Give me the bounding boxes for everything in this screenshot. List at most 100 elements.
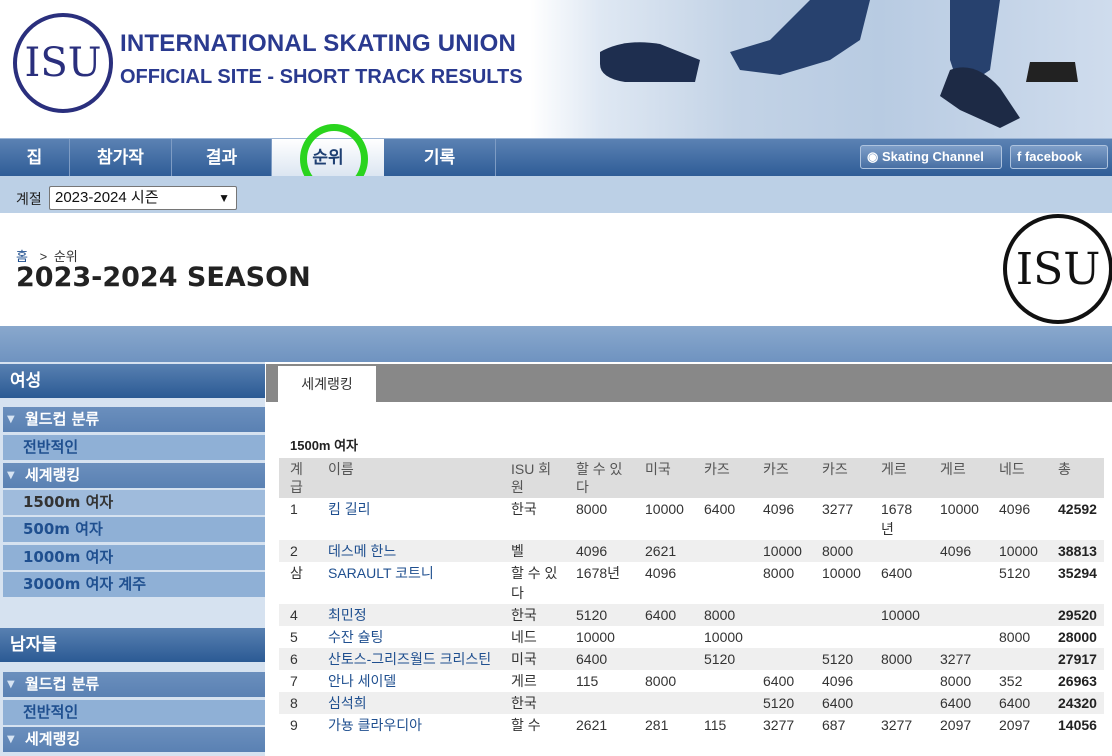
total-cell: 26963 <box>1047 670 1104 692</box>
column-header[interactable]: 할 수 있다 <box>565 458 634 498</box>
nav-records[interactable]: 기록 <box>384 139 496 177</box>
tab-world-ranking[interactable]: 세계랭킹 <box>278 366 376 402</box>
brand-title: INTERNATIONAL SKATING UNION <box>120 30 517 57</box>
total-cell: 27917 <box>1047 648 1104 670</box>
column-header[interactable]: ISU 회원 <box>500 458 565 498</box>
chevron-down-icon: ▼ <box>218 191 230 205</box>
sidebar-head-men: 남자들 <box>0 628 265 662</box>
column-header[interactable]: 이름 <box>317 458 500 498</box>
column-header[interactable]: 총 <box>1047 458 1104 498</box>
table-cell: 10000 <box>870 604 929 626</box>
table-cell <box>811 626 870 648</box>
skater-name-link[interactable]: 안나 세이델 <box>317 670 500 692</box>
table-row: 2 데스메 한느 벨 4096 2621 10000 8000 4096 10000 38813 <box>279 540 1104 562</box>
banner-photo <box>530 0 1112 138</box>
content-tab-bar <box>266 364 1112 402</box>
table-cell <box>634 626 693 648</box>
nav-home[interactable]: 집 <box>0 139 70 177</box>
column-header[interactable]: 카즈 <box>693 458 752 498</box>
skating-channel-button[interactable]: ◉ Skating Channel <box>860 145 1002 169</box>
sidebar-item-label: 월드컵 분류 <box>25 675 100 693</box>
skater-name-link[interactable]: 산토스-그리즈월드 크리스틴 <box>317 648 500 670</box>
table-cell: 9 <box>279 714 317 736</box>
table-cell: 5 <box>279 626 317 648</box>
table-cell: 2097 <box>988 714 1047 736</box>
table-cell <box>811 604 870 626</box>
skater-name-link[interactable]: 최민정 <box>317 604 500 626</box>
skater-name-link[interactable]: SARAULT 코트니 <box>317 562 500 604</box>
table-cell: 4096 <box>929 540 988 562</box>
table-cell: 1678년 <box>870 498 929 540</box>
table-cell: 2621 <box>565 714 634 736</box>
table-cell: 4096 <box>988 498 1047 540</box>
column-header[interactable]: 카즈 <box>811 458 870 498</box>
table-cell: 5120 <box>988 562 1047 604</box>
sidebar-item-women-3000m-relay[interactable]: 3000m 여자 계주 <box>3 572 265 597</box>
sidebar-item-women-1500m[interactable]: 1500m 여자 <box>3 490 265 515</box>
column-header[interactable]: 게르 <box>870 458 929 498</box>
sidebar-item-label: 월드컵 분류 <box>25 410 100 428</box>
table-cell: 6400 <box>752 670 811 692</box>
svg-text:ISU: ISU <box>1016 244 1101 295</box>
isu-emblem: ISU <box>1003 214 1112 324</box>
sidebar-head-women: 여성 <box>0 364 265 398</box>
skater-name-link[interactable]: 킴 길리 <box>317 498 500 540</box>
sidebar-item-men-ranking[interactable]: ▼ 세계랭킹 <box>3 727 265 752</box>
table-cell: 5120 <box>752 692 811 714</box>
table-row: 8 심석희 한국 5120 6400 6400 6400 24320 <box>279 692 1104 714</box>
table-cell: 10000 <box>752 540 811 562</box>
sidebar-item-women-1000m[interactable]: 1000m 여자 <box>3 545 265 570</box>
table-cell: 6400 <box>988 692 1047 714</box>
sidebar-item-women-500m[interactable]: 500m 여자 <box>3 517 265 542</box>
sidebar-item-women-overall[interactable]: 전반적인 <box>3 435 265 460</box>
table-cell: 4 <box>279 604 317 626</box>
total-cell: 28000 <box>1047 626 1104 648</box>
table-cell: 3277 <box>870 714 929 736</box>
sidebar-item-women-worldcup[interactable]: ▼ 월드컵 분류 <box>3 407 265 432</box>
table-cell: 115 <box>565 670 634 692</box>
column-header[interactable]: 계급 <box>279 458 317 498</box>
nav-entries[interactable]: 참가작 <box>70 139 172 177</box>
sidebar-item-men-overall[interactable]: 전반적인 <box>3 700 265 725</box>
table-row: 9 가뇽 클라우디아 할 수 2621 281 115 3277 687 3277 2097 209… <box>279 714 1104 736</box>
column-header[interactable]: 카즈 <box>752 458 811 498</box>
season-selected-value: 2023-2024 시즌 <box>55 189 159 206</box>
total-cell: 29520 <box>1047 604 1104 626</box>
total-cell: 24320 <box>1047 692 1104 714</box>
table-cell <box>929 604 988 626</box>
skater-name-link[interactable]: 심석희 <box>317 692 500 714</box>
sidebar-item-label: 세계랭킹 <box>25 466 81 484</box>
page-title: 2023-2024 SEASON <box>16 262 311 293</box>
table-cell <box>870 626 929 648</box>
skater-name-link[interactable]: 수잔 슐팅 <box>317 626 500 648</box>
table-cell: 할 수 <box>500 714 565 736</box>
skater-name-link[interactable]: 가뇽 클라우디아 <box>317 714 500 736</box>
table-cell: 8000 <box>693 604 752 626</box>
table-cell: 2097 <box>929 714 988 736</box>
sidebar-item-women-ranking[interactable]: ▼ 세계랭킹 <box>3 463 265 488</box>
column-header[interactable]: 게르 <box>929 458 988 498</box>
sidebar-item-men-worldcup[interactable]: ▼ 월드컵 분류 <box>3 672 265 697</box>
column-header[interactable]: 네드 <box>988 458 1047 498</box>
triangle-down-icon: ▼ <box>7 470 15 481</box>
table-row: 4 최민정 한국 5120 6400 8000 10000 29520 <box>279 604 1104 626</box>
total-cell: 42592 <box>1047 498 1104 540</box>
table-cell: 1 <box>279 498 317 540</box>
table-cell: 미국 <box>500 648 565 670</box>
facebook-button[interactable]: f facebook <box>1010 145 1108 169</box>
table-cell: 2 <box>279 540 317 562</box>
skater-name-link[interactable]: 데스메 한느 <box>317 540 500 562</box>
isu-logo[interactable]: ISU <box>12 12 114 114</box>
table-cell: 7 <box>279 670 317 692</box>
table-cell: 6400 <box>565 648 634 670</box>
table-cell: 3277 <box>811 498 870 540</box>
nav-results[interactable]: 결과 <box>172 139 272 177</box>
table-cell: 2621 <box>634 540 693 562</box>
table-cell: 10000 <box>811 562 870 604</box>
brand-subtitle: OFFICIAL SITE - SHORT TRACK RESULTS <box>120 66 523 88</box>
sidebar-item-label: 세계랭킹 <box>25 730 81 748</box>
table-cell: 8000 <box>634 670 693 692</box>
column-header[interactable]: 미국 <box>634 458 693 498</box>
season-select[interactable]: 2023-2024 시즌 ▼ <box>49 186 237 210</box>
table-cell: 10000 <box>565 626 634 648</box>
